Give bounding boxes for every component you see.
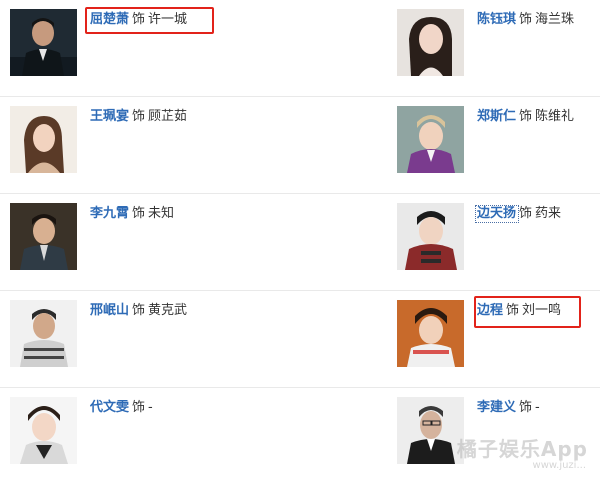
watermark-sub: www.juzi...: [532, 460, 586, 471]
character-name: 未知: [148, 206, 175, 221]
character-name: -: [148, 400, 153, 415]
cast-card: 王珮宴饰顾芷茹: [0, 97, 300, 194]
cast-card: 郑斯仁饰陈维礼: [300, 97, 600, 194]
focus-outline: [475, 205, 519, 223]
actor-name-link[interactable]: 王珮宴: [90, 109, 129, 124]
cast-card: 李九霄饰未知: [0, 194, 300, 291]
actor-name-link[interactable]: 陈钰琪: [477, 12, 516, 27]
actor-photo[interactable]: [397, 9, 464, 76]
character-name: 陈维礼: [535, 109, 575, 124]
cast-card: 陈钰琪饰海兰珠: [300, 0, 600, 97]
actor-name-link[interactable]: 郑斯仁: [477, 109, 516, 124]
man-portrait-icon: [397, 300, 464, 367]
watermark: 橘子娱乐App: [456, 437, 588, 461]
character-name: 顾芷茹: [148, 109, 188, 124]
role-separator: 饰: [519, 109, 533, 124]
role-separator: 饰: [519, 12, 533, 27]
highlight-box: [85, 7, 214, 34]
actor-name-link[interactable]: 李九霄: [90, 206, 129, 221]
role-separator: 饰: [132, 109, 146, 124]
cast-caption: 王珮宴饰顾芷茹: [90, 109, 187, 125]
cast-caption: 代文雯饰 -: [90, 400, 153, 416]
man-portrait-icon: [10, 9, 77, 76]
actor-photo[interactable]: [10, 106, 77, 173]
role-separator: 饰: [519, 400, 533, 415]
character-name: -: [535, 400, 540, 415]
cast-grid: 屈楚萧饰许一城 陈钰琪饰海兰珠 王珮宴 饰 顾芷茹 郑斯仁 饰 陈维礼 李九霄 …: [0, 0, 600, 476]
actor-name-link[interactable]: 李建义: [477, 400, 516, 415]
role-separator: 饰: [132, 206, 146, 221]
cast-caption: 李建义饰 -: [477, 400, 540, 416]
actor-photo[interactable]: [397, 397, 464, 464]
character-name: 药来: [535, 206, 562, 221]
cast-caption: 陈钰琪饰海兰珠: [477, 12, 574, 28]
actor-photo[interactable]: [10, 203, 77, 270]
cast-card: 代文雯饰 -: [0, 388, 300, 485]
man-portrait-icon: [397, 106, 464, 173]
man-portrait-icon: [397, 397, 464, 464]
actor-photo[interactable]: [397, 300, 464, 367]
role-separator: 饰: [132, 303, 146, 318]
cast-card: 边天扬饰药来: [300, 194, 600, 291]
actor-name-link[interactable]: 代文雯: [90, 400, 129, 415]
highlight-box: [474, 296, 581, 328]
cast-caption: 李九霄饰未知: [90, 206, 174, 222]
cast-caption: 郑斯仁饰陈维礼: [477, 109, 574, 125]
actor-name-link[interactable]: 邢岷山: [90, 303, 129, 318]
character-name: 海兰珠: [535, 12, 575, 27]
woman-portrait-icon: [10, 106, 77, 173]
woman-portrait-icon: [10, 397, 77, 464]
cast-card: 邢岷山饰黄克武: [0, 291, 300, 388]
actor-photo[interactable]: [397, 203, 464, 270]
actor-photo[interactable]: [10, 300, 77, 367]
actor-photo[interactable]: [10, 397, 77, 464]
woman-portrait-icon: [397, 9, 464, 76]
man-portrait-icon: [397, 203, 464, 270]
actor-photo[interactable]: [10, 9, 77, 76]
role-separator: 饰: [519, 206, 533, 221]
man-portrait-icon: [10, 300, 77, 367]
man-portrait-icon: [10, 203, 77, 270]
cast-row: 王珮宴饰顾芷茹 郑斯仁饰陈维礼: [0, 97, 600, 194]
cast-caption: 邢岷山饰黄克武: [90, 303, 187, 319]
role-separator: 饰: [132, 400, 146, 415]
character-name: 黄克武: [148, 303, 188, 318]
actor-photo[interactable]: [397, 106, 464, 173]
